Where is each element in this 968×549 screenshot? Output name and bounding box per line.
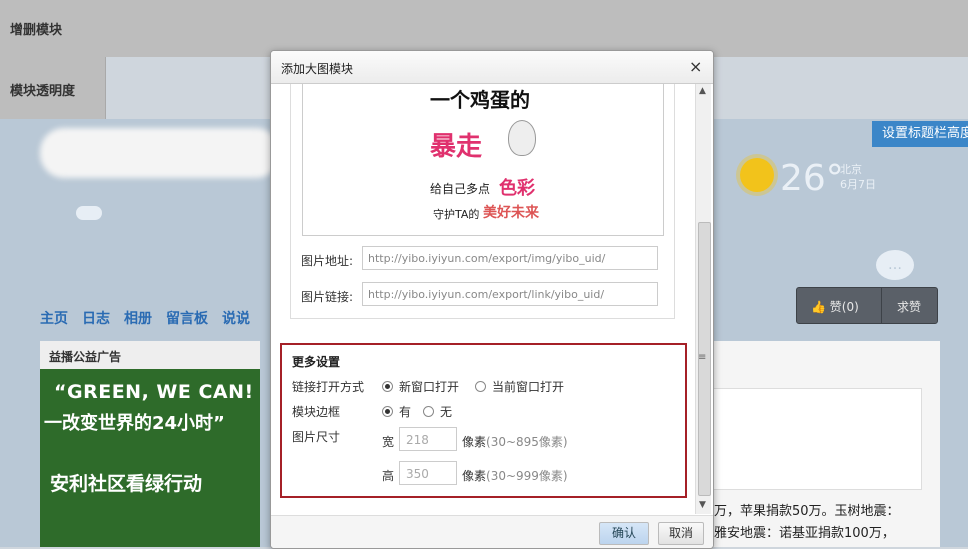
close-icon[interactable]: × — [689, 57, 702, 76]
image-url-label: 图片地址: — [301, 254, 354, 268]
sun-icon — [740, 158, 774, 192]
preview-line-4: 守护TA的 — [433, 208, 480, 221]
cloud-icon — [76, 206, 102, 220]
image-size-label: 图片尺寸 — [292, 430, 341, 444]
preview-line-3: 给自己多点 — [430, 182, 491, 196]
add-remove-modules-tab[interactable]: 增删模块 — [10, 19, 62, 38]
border-label: 模块边框 — [292, 405, 341, 419]
open-mode-label: 链接打开方式 — [292, 380, 365, 394]
open-new-window-option[interactable]: 新窗口打开 — [382, 378, 459, 395]
chat-bubble-icon: … — [876, 250, 914, 280]
height-input[interactable]: 350 — [399, 461, 457, 485]
weather-city: 北京 — [840, 163, 862, 176]
main-nav: 主页 日志 相册 留言板 说说 — [40, 308, 264, 328]
dialog-scrollbar[interactable]: ▲ ≡ ▼ — [695, 84, 711, 514]
radio-selected-icon[interactable] — [382, 406, 393, 417]
border-yes-label: 有 — [399, 405, 412, 419]
nav-album[interactable]: 相册 — [124, 308, 152, 328]
open-current-window-option[interactable]: 当前窗口打开 — [475, 378, 564, 395]
scroll-down-arrow-icon[interactable]: ▼ — [699, 500, 706, 510]
image-link-label: 图片链接: — [301, 290, 354, 304]
nav-blog[interactable]: 日志 — [82, 308, 110, 328]
weather-temperature: 26° — [780, 158, 844, 199]
preview-line-4-highlight: 美好未来 — [483, 205, 539, 221]
ad-line-2: 一改变世界的24小时” — [44, 413, 225, 434]
confirm-button[interactable]: 确认 — [599, 522, 649, 545]
height-range: (30~999像素) — [486, 469, 568, 483]
width-range: (30~895像素) — [486, 435, 568, 449]
preview-line-3-highlight: 色彩 — [499, 178, 535, 199]
dialog-title: 添加大图模块 — [281, 62, 354, 76]
height-unit: 像素(30~999像素) — [462, 467, 568, 484]
news-text-2: 雅安地震：诺基亚捐款100万， — [714, 526, 895, 541]
nav-status[interactable]: 说说 — [222, 308, 250, 328]
ad-image[interactable]: “GREEN, WE CAN! 一改变世界的24小时” 安利社区看绿行动 — [40, 369, 260, 547]
like-label: 赞(0) — [829, 300, 859, 314]
preview-line-2: 暴走 — [430, 132, 483, 162]
blurred-banner-text — [40, 128, 280, 178]
width-unit-label: 像素 — [462, 435, 487, 449]
dialog-footer: 确认 取消 — [271, 515, 713, 548]
border-no-option[interactable]: 无 — [423, 403, 452, 420]
width-unit: 像素(30~895像素) — [462, 433, 568, 450]
more-settings-box: 更多设置 链接打开方式 新窗口打开 当前窗口打开 模块边框 有 无 图片尺寸 宽… — [280, 343, 687, 498]
more-settings-title: 更多设置 — [292, 355, 341, 369]
set-title-height-button[interactable]: 设置标题栏高度 — [872, 121, 968, 147]
border-yes-option[interactable]: 有 — [382, 403, 411, 420]
ad-panel-title: 益播公益广告 — [49, 350, 122, 364]
top-bar: 增删模块 — [0, 0, 968, 57]
height-unit-label: 像素 — [462, 469, 487, 483]
request-like-button[interactable]: 求赞 — [897, 298, 921, 315]
module-transparency-panel: 模块透明度 — [0, 57, 106, 119]
module-transparency-tab[interactable]: 模块透明度 — [10, 80, 75, 99]
cancel-button[interactable]: 取消 — [658, 522, 704, 545]
add-large-image-dialog: 添加大图模块 × ▲ ≡ ▼ 一个鸡蛋的 暴走 给自己多点 色彩 守护TA的 美… — [270, 50, 714, 549]
height-label: 高 — [382, 469, 395, 483]
image-url-input[interactable]: http://yibo.iyiyun.com/export/img/yibo_u… — [362, 246, 658, 270]
width-input[interactable]: 218 — [399, 427, 457, 451]
scroll-up-arrow-icon[interactable]: ▲ — [699, 86, 706, 96]
image-link-input[interactable]: http://yibo.iyiyun.com/export/link/yibo_… — [362, 282, 658, 306]
scrollbar-grip-icon: ≡ — [698, 352, 707, 363]
open-current-window-label: 当前窗口打开 — [492, 380, 565, 394]
radio-unselected-icon[interactable] — [423, 406, 434, 417]
weather-date: 6月7日 — [840, 178, 876, 191]
open-new-window-label: 新窗口打开 — [399, 380, 460, 394]
radio-selected-icon[interactable] — [382, 381, 393, 392]
thumbs-up-icon: 👍 — [811, 300, 826, 314]
border-no-label: 无 — [440, 405, 453, 419]
content-box — [712, 388, 922, 490]
like-button[interactable]: 👍 赞(0) — [811, 298, 859, 315]
weather-location: 北京 6月7日 — [840, 162, 876, 192]
image-preview: 一个鸡蛋的 暴走 给自己多点 色彩 守护TA的 美好未来 — [302, 84, 664, 236]
radio-unselected-icon[interactable] — [475, 381, 486, 392]
nav-home[interactable]: 主页 — [40, 308, 68, 328]
ad-line-1: “GREEN, WE CAN! — [54, 381, 254, 403]
preview-line-1: 一个鸡蛋的 — [430, 88, 530, 112]
dialog-header: 添加大图模块 × — [271, 51, 713, 84]
like-bar: 👍 赞(0) 求赞 — [796, 287, 938, 324]
nav-guestbook[interactable]: 留言板 — [166, 308, 208, 328]
news-text-1: 万，苹果捐款50万。玉树地震： — [714, 504, 900, 519]
egg-mascot-icon — [508, 120, 536, 156]
width-label: 宽 — [382, 435, 395, 449]
ad-line-3: 安利社区看绿行动 — [50, 473, 203, 495]
like-divider — [881, 288, 882, 323]
